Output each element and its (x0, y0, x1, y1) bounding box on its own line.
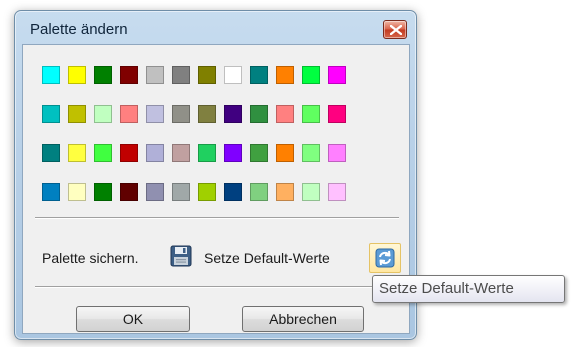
color-swatch[interactable] (68, 183, 86, 201)
separator-bottom (35, 286, 399, 288)
cancel-button[interactable]: Abbrechen (242, 306, 364, 332)
color-swatch[interactable] (120, 105, 138, 123)
color-swatch[interactable] (172, 66, 190, 84)
ok-button[interactable]: OK (76, 306, 190, 332)
color-swatch[interactable] (68, 144, 86, 162)
tooltip: Setze Default-Werte (372, 275, 565, 303)
color-swatch[interactable] (250, 183, 268, 201)
color-swatch[interactable] (198, 105, 216, 123)
save-palette-label: Palette sichern. (42, 250, 139, 266)
color-swatch[interactable] (42, 105, 60, 123)
color-swatch[interactable] (42, 66, 60, 84)
color-swatch[interactable] (276, 144, 294, 162)
color-swatch[interactable] (146, 144, 164, 162)
color-swatch[interactable] (146, 66, 164, 84)
save-palette-button[interactable] (169, 244, 195, 270)
color-swatch[interactable] (328, 183, 346, 201)
floppy-disk-icon (170, 245, 192, 267)
color-swatch[interactable] (302, 66, 320, 84)
color-swatch[interactable] (146, 105, 164, 123)
color-swatch[interactable] (224, 105, 242, 123)
separator-top (35, 217, 399, 219)
set-default-button[interactable] (369, 243, 401, 273)
color-swatch[interactable] (120, 66, 138, 84)
color-swatch[interactable] (224, 183, 242, 201)
title-bar: Palette ändern (15, 11, 416, 41)
color-swatch[interactable] (224, 66, 242, 84)
color-swatch[interactable] (328, 105, 346, 123)
color-swatch[interactable] (302, 144, 320, 162)
set-default-label: Setze Default-Werte (204, 250, 330, 266)
color-swatch[interactable] (42, 144, 60, 162)
color-swatch[interactable] (276, 105, 294, 123)
color-swatch[interactable] (198, 183, 216, 201)
color-swatch[interactable] (250, 144, 268, 162)
color-swatch[interactable] (146, 183, 164, 201)
color-swatch[interactable] (172, 183, 190, 201)
close-icon (390, 25, 402, 35)
dialog-content: Palette sichern. Setze Default-Werte OK … (22, 44, 410, 334)
color-swatch[interactable] (94, 66, 112, 84)
color-swatch[interactable] (224, 144, 242, 162)
color-swatch[interactable] (42, 183, 60, 201)
close-button[interactable] (383, 20, 407, 39)
color-swatch[interactable] (198, 144, 216, 162)
dialog-title: Palette ändern (30, 21, 128, 38)
color-swatch[interactable] (68, 66, 86, 84)
color-swatch[interactable] (328, 144, 346, 162)
color-swatch[interactable] (302, 105, 320, 123)
color-swatch[interactable] (94, 105, 112, 123)
refresh-icon (375, 248, 395, 268)
color-swatch[interactable] (198, 66, 216, 84)
color-swatch[interactable] (250, 105, 268, 123)
color-swatch[interactable] (172, 144, 190, 162)
color-swatch[interactable] (328, 66, 346, 84)
color-swatch[interactable] (276, 183, 294, 201)
color-swatch[interactable] (94, 144, 112, 162)
color-swatch[interactable] (172, 105, 190, 123)
color-swatch[interactable] (302, 183, 320, 201)
color-swatch[interactable] (120, 144, 138, 162)
palette-dialog: Palette ändern Palette sichern. Setze De… (14, 10, 417, 340)
color-swatch[interactable] (250, 66, 268, 84)
color-swatch[interactable] (68, 105, 86, 123)
color-swatch[interactable] (276, 66, 294, 84)
color-swatch[interactable] (120, 183, 138, 201)
color-swatch[interactable] (94, 183, 112, 201)
